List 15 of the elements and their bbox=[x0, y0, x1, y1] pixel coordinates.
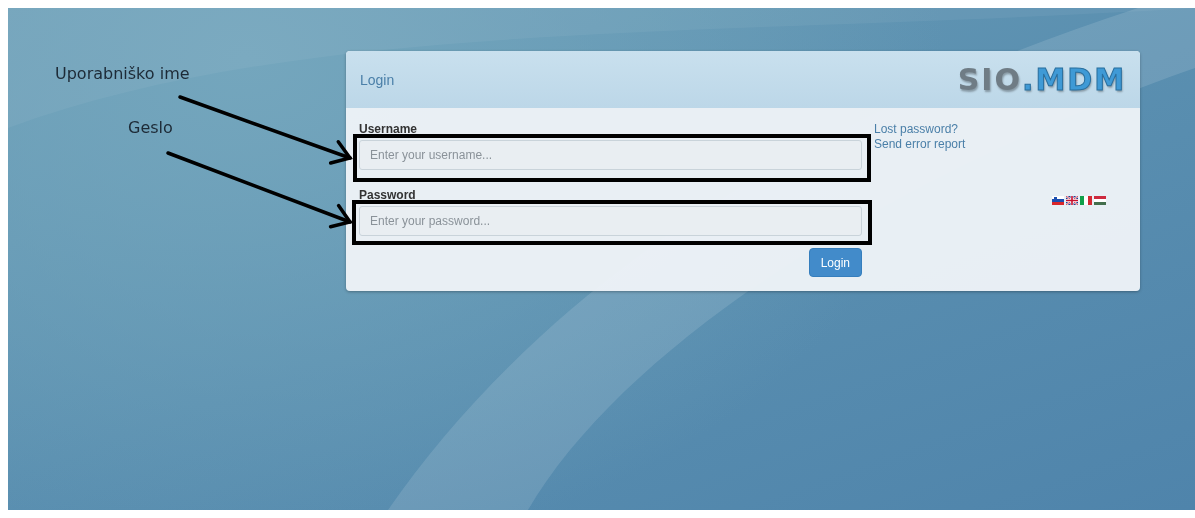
flag-icon[interactable] bbox=[1052, 196, 1064, 205]
field-label: Password bbox=[359, 188, 417, 202]
flag-icon[interactable] bbox=[1080, 196, 1092, 205]
flag-icon[interactable] bbox=[1066, 196, 1078, 205]
link[interactable]: Lost password? bbox=[874, 122, 959, 137]
flag-icon[interactable] bbox=[1094, 196, 1106, 205]
link[interactable]: Send error report bbox=[874, 137, 966, 152]
annotation-label: Geslo bbox=[128, 118, 173, 137]
card-title: Login bbox=[360, 71, 395, 88]
login-button[interactable]: Login bbox=[808, 248, 862, 277]
field-label: Username bbox=[359, 122, 419, 136]
annotation-label: Uporabniško ime bbox=[55, 64, 190, 83]
input-field[interactable]: Enter your username... bbox=[359, 140, 862, 170]
input-field[interactable]: Enter your password... bbox=[359, 206, 862, 236]
logo: SIO.MDM bbox=[957, 62, 1126, 97]
